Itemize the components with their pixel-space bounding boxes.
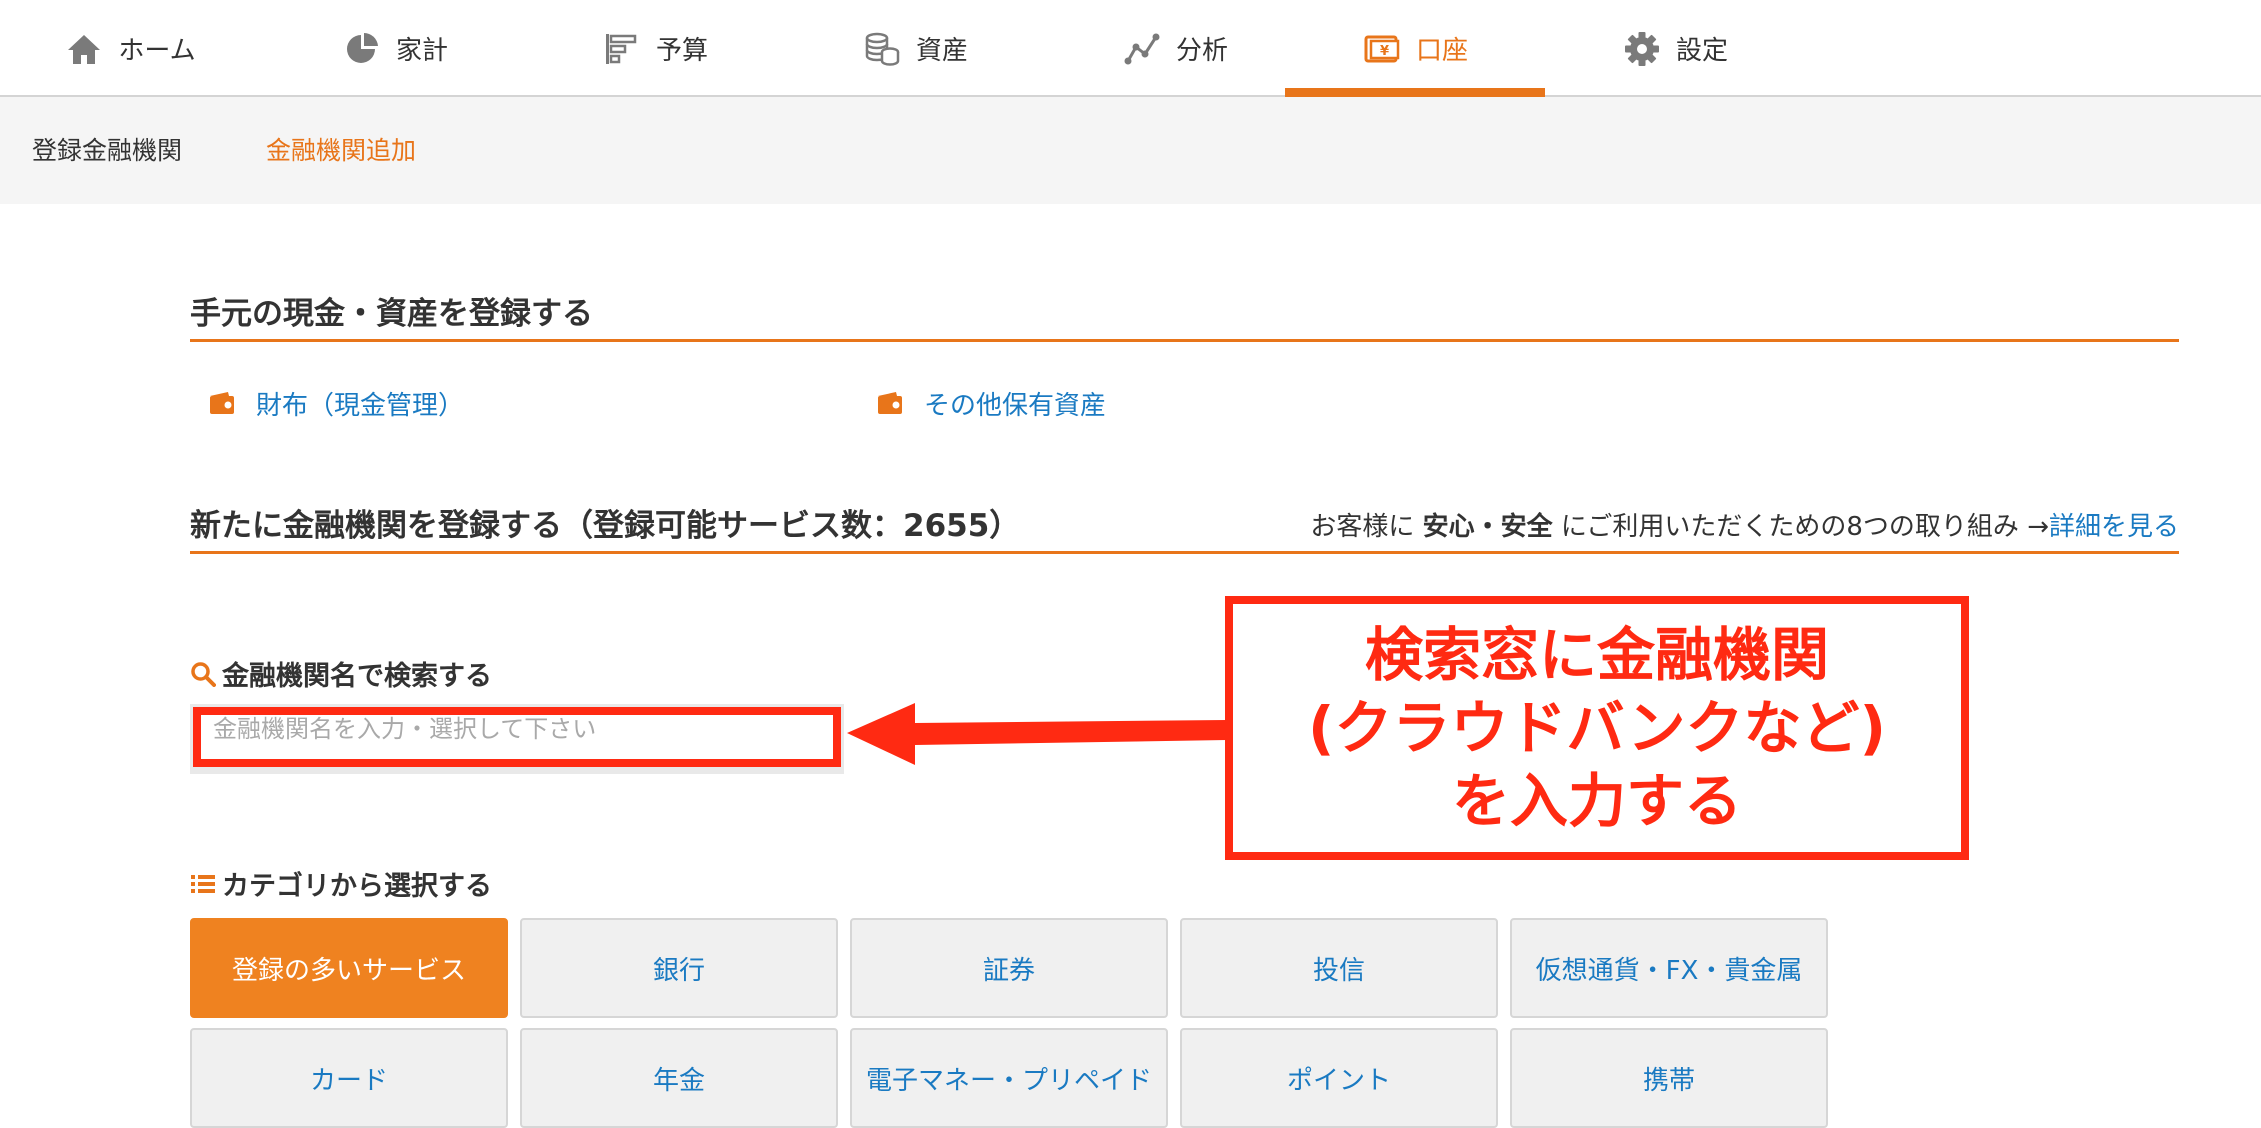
category-label: カテゴリから選択する xyxy=(222,871,492,902)
subnav-add-institution[interactable]: 金融機関追加 xyxy=(266,97,416,204)
coin-stack-icon xyxy=(865,32,900,66)
category-points[interactable]: ポイント xyxy=(1180,1028,1498,1128)
nav-item-label: 資産 xyxy=(915,36,968,66)
nav-item-household[interactable]: 家計 xyxy=(265,0,525,97)
annotation-line: (クラウドバンクなど) xyxy=(1308,693,1886,762)
budget-bars-icon xyxy=(605,33,637,64)
nav-item-analysis[interactable]: 分析 xyxy=(1045,0,1305,97)
institution-search-input[interactable] xyxy=(193,707,841,767)
top-navigation: ホーム 家計 予算 資産 分析 ¥ 口座 設定 xyxy=(0,0,2261,97)
security-notice-prefix: お客様に xyxy=(1310,512,1423,542)
category-button-label: カード xyxy=(309,1065,388,1096)
search-icon xyxy=(191,661,216,687)
category-bank[interactable]: 銀行 xyxy=(520,918,838,1018)
category-button-label: 仮想通貨・FX・貴金属 xyxy=(1535,955,1803,986)
nav-item-home[interactable]: ホーム xyxy=(0,0,260,97)
other-assets-label: その他保有資産 xyxy=(924,390,1107,421)
annotation-line: 検索窓に金融機関 xyxy=(1364,620,1829,689)
cash-section-header: 手元の現金・資産を登録する xyxy=(190,290,2179,342)
search-label-row: 金融機関名で検索する xyxy=(190,654,492,693)
category-investment-trust[interactable]: 投信 xyxy=(1180,918,1498,1018)
category-button-label: 電子マネー・プリペイド xyxy=(865,1065,1152,1096)
category-button-label: 証券 xyxy=(982,955,1035,986)
sub-navigation: 登録金融機関 金融機関追加 xyxy=(0,97,2261,204)
category-button-label: 登録の多いサービス xyxy=(231,955,466,986)
annotation-line: を入力する xyxy=(1451,766,1742,835)
gear-icon xyxy=(1624,31,1659,66)
security-notice: お客様に 安心・安全 にご利用いただくための8つの取り組み →詳細を見る xyxy=(1310,506,2179,543)
pie-chart-icon xyxy=(346,32,378,63)
active-tab-indicator xyxy=(1285,88,1545,97)
list-icon xyxy=(191,874,215,893)
category-button-label: 年金 xyxy=(652,1065,705,1096)
category-mobile[interactable]: 携帯 xyxy=(1510,1028,1828,1128)
nav-item-label: ホーム xyxy=(118,36,196,66)
search-label: 金融機関名で検索する xyxy=(222,661,492,692)
nav-item-label: 設定 xyxy=(1675,36,1728,66)
institution-section-title: 新たに金融機関を登録する（登録可能サービス数：2655） xyxy=(190,508,1021,544)
security-notice-suffix: にご利用いただくための8つの取り組み → xyxy=(1552,512,2049,542)
wallet-icon xyxy=(210,392,234,414)
category-label-row: カテゴリから選択する xyxy=(190,864,492,903)
nav-item-assets[interactable]: 資産 xyxy=(785,0,1045,97)
institution-section-header: 新たに金融機関を登録する（登録可能サービス数：2655） お客様に 安心・安全 … xyxy=(190,502,2179,554)
wallet-cash-label: 財布（現金管理） xyxy=(256,390,465,421)
category-popular-services[interactable]: 登録の多いサービス xyxy=(190,918,508,1018)
category-card[interactable]: カード xyxy=(190,1028,508,1128)
annotation-callout: 検索窓に金融機関 (クラウドバンクなど) を入力する xyxy=(1225,596,1969,860)
security-details-link[interactable]: 詳細を見る xyxy=(2049,512,2179,542)
nav-item-label: 分析 xyxy=(1175,36,1228,66)
nav-item-label: 予算 xyxy=(655,36,708,66)
line-chart-icon xyxy=(1124,33,1160,64)
annotation-arrow xyxy=(847,703,1227,765)
other-assets-link[interactable]: その他保有資産 xyxy=(876,380,1106,426)
nav-item-accounts[interactable]: ¥ 口座 xyxy=(1285,0,1545,97)
svg-text:¥: ¥ xyxy=(1380,44,1389,59)
category-button-label: 銀行 xyxy=(652,955,705,986)
category-button-label: 投信 xyxy=(1312,955,1365,986)
category-button-label: ポイント xyxy=(1286,1065,1391,1096)
category-crypto-fx-metals[interactable]: 仮想通貨・FX・貴金属 xyxy=(1510,918,1828,1018)
nav-item-label: 家計 xyxy=(395,36,448,66)
category-emoney-prepaid[interactable]: 電子マネー・プリペイド xyxy=(850,1028,1168,1128)
category-pension[interactable]: 年金 xyxy=(520,1028,838,1128)
cash-section-title: 手元の現金・資産を登録する xyxy=(190,296,593,332)
wallet-cash-link[interactable]: 財布（現金管理） xyxy=(208,380,464,426)
wallet-icon xyxy=(878,392,902,414)
subnav-registered-institutions[interactable]: 登録金融機関 xyxy=(32,97,182,204)
nav-item-label: 口座 xyxy=(1415,36,1468,66)
category-button-label: 携帯 xyxy=(1642,1065,1695,1096)
wallet-yen-icon: ¥ xyxy=(1364,35,1400,62)
category-securities[interactable]: 証券 xyxy=(850,918,1168,1018)
home-icon xyxy=(68,34,101,64)
nav-item-settings[interactable]: 設定 xyxy=(1545,0,1805,97)
nav-item-budget[interactable]: 予算 xyxy=(525,0,785,97)
security-notice-bold: 安心・安全 xyxy=(1422,512,1553,542)
